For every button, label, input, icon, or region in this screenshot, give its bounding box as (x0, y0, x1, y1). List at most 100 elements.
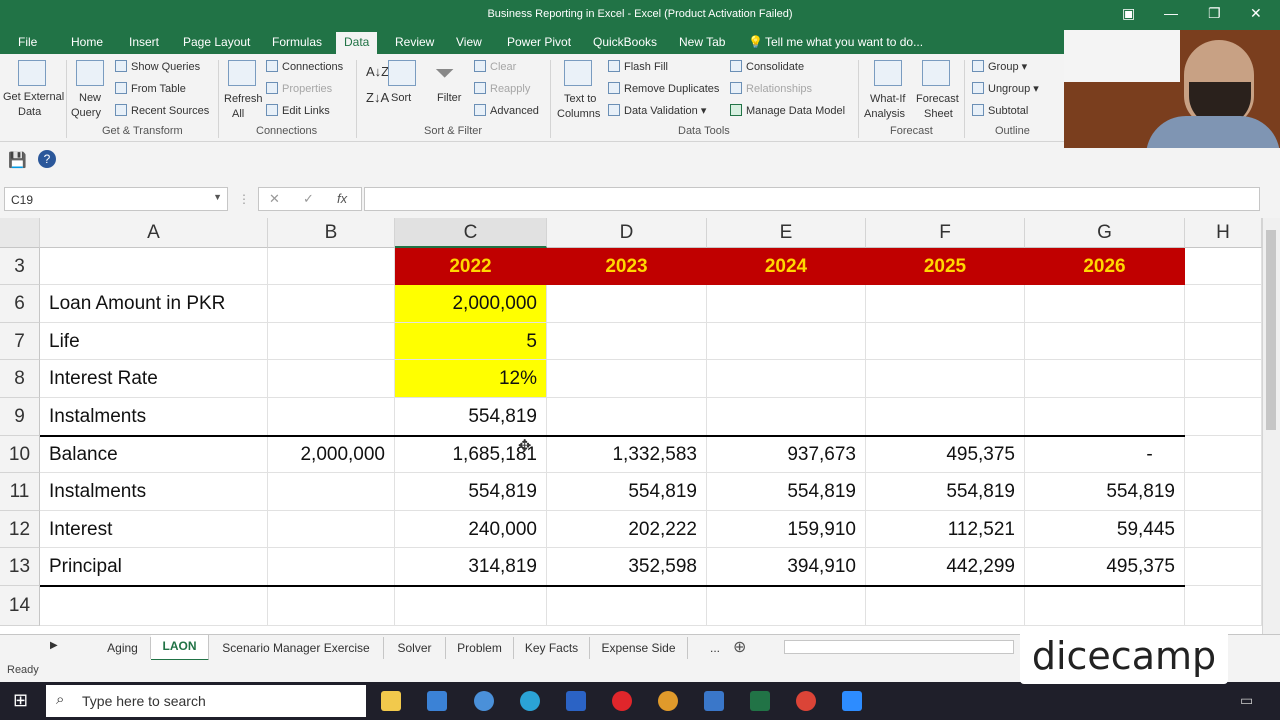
cell-b10[interactable]: 2,000,000 (268, 436, 395, 473)
drag-handle-icon[interactable]: ⋮ (238, 192, 250, 206)
cell-e13[interactable]: 394,910 (707, 548, 866, 586)
group-button[interactable]: Group ▾ (972, 60, 1027, 73)
cancel-icon[interactable]: ✕ (269, 191, 280, 207)
cell-g8[interactable] (1025, 360, 1185, 398)
cell-b8[interactable] (268, 360, 395, 398)
cell-g11[interactable]: 554,819 (1025, 473, 1185, 511)
select-all-corner[interactable] (0, 218, 40, 248)
formula-input[interactable] (364, 187, 1260, 211)
cell-a14[interactable] (40, 586, 268, 626)
cell-f12[interactable]: 112,521 (866, 511, 1025, 548)
horizontal-scrollbar[interactable] (784, 640, 1014, 654)
zoom-icon[interactable] (842, 691, 862, 711)
cell-d6[interactable] (547, 285, 707, 323)
excel-icon[interactable] (750, 691, 770, 711)
file-explorer-icon[interactable] (381, 691, 401, 711)
chrome-alt-icon[interactable] (474, 691, 494, 711)
cell-h13[interactable] (1185, 548, 1262, 586)
sheet-tab-scenario-manager[interactable]: Scenario Manager Exercise (209, 637, 384, 659)
cell-h3[interactable] (1185, 248, 1262, 285)
row-header[interactable]: 13 (0, 548, 40, 586)
cell-c6[interactable]: 2,000,000 (395, 285, 547, 323)
column-header[interactable]: E (707, 218, 866, 248)
sheet-tab-problem[interactable]: Problem (446, 637, 514, 659)
column-header[interactable]: H (1185, 218, 1262, 248)
cell-a12[interactable]: Interest (40, 511, 268, 548)
cell-e14[interactable] (707, 586, 866, 626)
column-header[interactable]: G (1025, 218, 1185, 248)
query-dropdown-label[interactable]: Query (71, 107, 101, 119)
row-header[interactable]: 3 (0, 248, 40, 285)
cell-a7[interactable]: Life (40, 323, 268, 360)
row-header[interactable]: 8 (0, 360, 40, 398)
cell-d11[interactable]: 554,819 (547, 473, 707, 511)
tab-new-tab[interactable]: New Tab (679, 35, 725, 49)
cell-a3[interactable] (40, 248, 268, 285)
filter-button[interactable]: Filter (437, 92, 461, 104)
tab-data[interactable]: Data (336, 32, 378, 54)
cell-h6[interactable] (1185, 285, 1262, 323)
column-header[interactable]: D (547, 218, 707, 248)
cell-e3[interactable]: 2024 (707, 248, 866, 285)
cell-a10[interactable]: Balance (40, 436, 268, 473)
tab-view[interactable]: View (456, 35, 482, 49)
cell-b6[interactable] (268, 285, 395, 323)
cell-h10[interactable] (1185, 436, 1262, 473)
chrome-icon[interactable] (796, 691, 816, 711)
advanced-button[interactable]: Advanced (474, 104, 539, 117)
opera-icon[interactable] (612, 691, 632, 711)
cell-b14[interactable] (268, 586, 395, 626)
recent-sources-button[interactable]: Recent Sources (115, 104, 209, 117)
tab-power-pivot[interactable]: Power Pivot (507, 35, 571, 49)
sort-za-icon[interactable]: Z↓A (366, 90, 389, 105)
sheet-tab-key-facts[interactable]: Key Facts (514, 637, 590, 659)
cell-b7[interactable] (268, 323, 395, 360)
new-query-button[interactable]: New (79, 92, 101, 104)
photos-icon[interactable] (704, 691, 724, 711)
cell-a9[interactable]: Instalments (40, 398, 268, 436)
cell-g13[interactable]: 495,375 (1025, 548, 1185, 586)
insert-function-icon[interactable]: fx (337, 191, 347, 206)
column-header[interactable]: B (268, 218, 395, 248)
column-header[interactable]: F (866, 218, 1025, 248)
chevron-down-icon[interactable]: ▼ (213, 192, 222, 202)
enter-icon[interactable]: ✓ (303, 191, 314, 207)
cell-c14[interactable] (395, 586, 547, 626)
cell-e12[interactable]: 159,910 (707, 511, 866, 548)
vertical-scrollbar[interactable] (1262, 218, 1280, 634)
sheet-tab-solver[interactable]: Solver (384, 637, 446, 659)
tell-me-box[interactable]: Tell me what you want to do... (765, 35, 923, 49)
scroll-sheets-right-icon[interactable]: ▶ (50, 640, 58, 651)
cell-h14[interactable] (1185, 586, 1262, 626)
close-icon[interactable]: ✕ (1250, 5, 1262, 22)
cell-f7[interactable] (866, 323, 1025, 360)
cell-d12[interactable]: 202,222 (547, 511, 707, 548)
cell-h7[interactable] (1185, 323, 1262, 360)
cell-g3[interactable]: 2026 (1025, 248, 1185, 285)
consolidate-button[interactable]: Consolidate (730, 60, 804, 73)
column-header[interactable]: C (395, 218, 547, 248)
tab-review[interactable]: Review (395, 35, 434, 49)
cell-c11[interactable]: 554,819 (395, 473, 547, 511)
cell-d10[interactable]: 1,332,583 (547, 436, 707, 473)
reapply-button[interactable]: Reapply (474, 82, 530, 95)
cell-e8[interactable] (707, 360, 866, 398)
cell-f9[interactable] (866, 398, 1025, 436)
taskbar-search[interactable]: ⌕ Type here to search (46, 685, 366, 717)
sort-az-icon[interactable]: A↓Z (366, 64, 389, 79)
what-if-analysis-button[interactable]: What-If (870, 93, 905, 105)
cell-a11[interactable]: Instalments (40, 473, 268, 511)
ungroup-button[interactable]: Ungroup ▾ (972, 82, 1039, 95)
sheet-tab-expense-side[interactable]: Expense Side (590, 637, 688, 659)
row-header[interactable]: 7 (0, 323, 40, 360)
row-header[interactable]: 12 (0, 511, 40, 548)
cell-g12[interactable]: 59,445 (1025, 511, 1185, 548)
scrollbar-thumb[interactable] (1266, 230, 1276, 430)
cell-b12[interactable] (268, 511, 395, 548)
cell-d14[interactable] (547, 586, 707, 626)
help-icon[interactable]: ? (38, 150, 56, 168)
notifications-icon[interactable]: ▭ (1240, 692, 1253, 709)
row-header[interactable]: 10 (0, 436, 40, 473)
cell-e11[interactable]: 554,819 (707, 473, 866, 511)
cell-a13[interactable]: Principal (40, 548, 268, 586)
